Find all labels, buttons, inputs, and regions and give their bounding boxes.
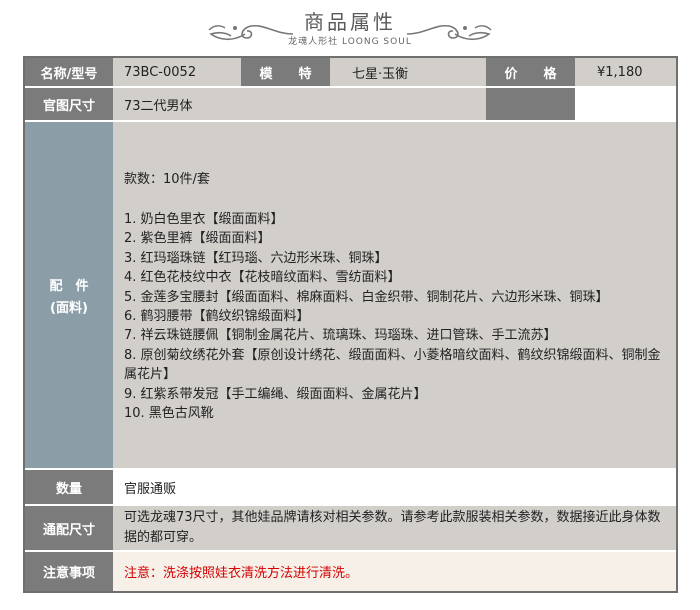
list-item: 8. 原创菊纹绣花外套【原创设计绣花、缎面面料、小菱格暗纹面料、鹤纹织锦缎面料、… bbox=[124, 347, 661, 383]
parts-label: 配 件 (面料) bbox=[25, 122, 113, 468]
list-item: 9. 红紫系带发冠【手工编绳、缎面面料、金属花片】 bbox=[124, 386, 427, 402]
official-size-blank bbox=[486, 88, 575, 120]
page-header: 商品属性 龙魂人形社 LOONG SOUL bbox=[0, 0, 700, 52]
list-item: 4. 红色花枝纹中衣【花枝暗纹面料、雪纺面料】 bbox=[124, 270, 401, 286]
parts-label-line1: 配 件 bbox=[49, 278, 89, 294]
parts-count: 款数：10件/套 bbox=[124, 172, 210, 187]
row-name-model-price: 名称/型号 73BC-0052 模 特 七星·玉衡 价 格 ¥1,180 bbox=[25, 58, 676, 86]
price-value: ¥1,180 bbox=[575, 58, 676, 86]
price-label: 价 格 bbox=[486, 58, 575, 86]
model-label: 模 特 bbox=[241, 58, 330, 86]
notice-label: 注意事项 bbox=[25, 552, 113, 591]
row-notice: 注意事项 注意：洗涤按照娃衣清洗方法进行清洗。 bbox=[25, 552, 676, 591]
name-label: 名称/型号 bbox=[25, 58, 113, 86]
notice-value: 注意：洗涤按照娃衣清洗方法进行清洗。 bbox=[113, 552, 676, 591]
name-value: 73BC-0052 bbox=[113, 58, 241, 86]
row-quantity: 数量 官服通贩 bbox=[25, 470, 676, 504]
parts-list: 款数：10件/套 1. 奶白色里衣【缎面面料】 2. 紫色里裤【缎面面料】 3.… bbox=[113, 122, 676, 468]
list-item: 2. 紫色里裤【缎面面料】 bbox=[124, 231, 271, 247]
row-parts: 配 件 (面料) 款数：10件/套 1. 奶白色里衣【缎面面料】 2. 紫色里裤… bbox=[25, 122, 676, 468]
quantity-label: 数量 bbox=[25, 470, 113, 504]
row-official-size: 官图尺寸 73二代男体 bbox=[25, 88, 676, 120]
quantity-value: 官服通贩 bbox=[113, 470, 676, 504]
list-item: 10. 黑色古风靴 bbox=[124, 406, 214, 422]
fit-size-value: 可选龙魂73尺寸，其他娃品牌请核对相关参数。请参考此款服装相关参数，数据接近此身… bbox=[113, 506, 676, 550]
fit-size-label: 通配尺寸 bbox=[25, 506, 113, 550]
list-item: 1. 奶白色里衣【缎面面料】 bbox=[124, 212, 284, 227]
brand-subtitle: 龙魂人形社 LOONG SOUL bbox=[288, 37, 412, 47]
product-attributes-table: 名称/型号 73BC-0052 模 特 七星·玉衡 价 格 ¥1,180 官图尺… bbox=[23, 56, 678, 593]
official-size-blank-value bbox=[575, 88, 676, 120]
model-value: 七星·玉衡 bbox=[330, 58, 486, 86]
row-fit-size: 通配尺寸 可选龙魂73尺寸，其他娃品牌请核对相关参数。请参考此款服装相关参数，数… bbox=[25, 506, 676, 550]
list-item: 3. 红玛瑙珠链【红玛瑙、六边形米珠、铜珠】 bbox=[124, 250, 388, 266]
list-item: 7. 祥云珠链腰佩【铜制金属花片、琉璃珠、玛瑙珠、进口管珠、手工流苏】 bbox=[124, 328, 557, 344]
official-size-value: 73二代男体 bbox=[113, 88, 486, 120]
parts-label-line2: (面料) bbox=[50, 300, 88, 316]
official-size-label: 官图尺寸 bbox=[25, 88, 113, 120]
list-item: 6. 鹤羽腰带【鹤纹织锦缎面料】 bbox=[124, 309, 310, 325]
page-title: 商品属性 bbox=[304, 10, 396, 34]
list-item: 5. 金莲多宝腰封【缎面面料、棉麻面料、白金织带、铜制花片、六边形米珠、铜珠】 bbox=[124, 289, 609, 305]
